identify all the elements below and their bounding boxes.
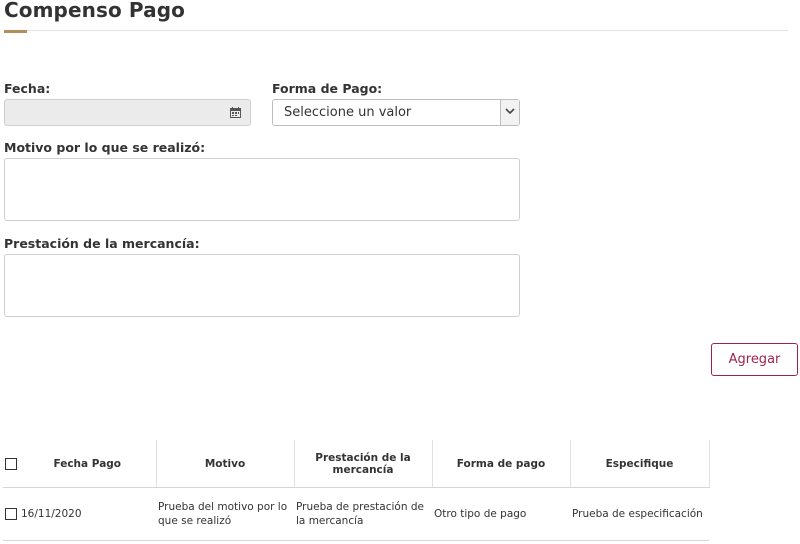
select-all-checkbox[interactable] xyxy=(5,457,17,470)
header-prestacion[interactable]: Prestación de la mercancía xyxy=(294,440,433,488)
cell-fecha-pago: 16/11/2020 xyxy=(19,487,156,541)
forma-pago-selected-value: Seleccione un valor xyxy=(284,105,412,120)
header-motivo[interactable]: Motivo xyxy=(156,440,295,488)
title-divider xyxy=(4,30,788,31)
row-select-cell xyxy=(3,487,19,541)
select-all-cell xyxy=(3,440,19,488)
forma-pago-select[interactable]: Seleccione un valor xyxy=(272,99,520,126)
header-forma-pago[interactable]: Forma de pago xyxy=(432,440,571,488)
select-dropdown-button[interactable] xyxy=(500,100,519,125)
header-fecha-pago[interactable]: Fecha Pago xyxy=(19,440,157,488)
payments-table: Fecha Pago Motivo Prestación de la merca… xyxy=(3,440,710,541)
header-especifique[interactable]: Especifique xyxy=(570,440,710,488)
title-accent-bar xyxy=(4,30,27,33)
cell-forma-pago: Otro tipo de pago xyxy=(432,487,570,541)
cell-motivo: Prueba del motivo por lo que se realizó xyxy=(156,487,294,541)
prestacion-textarea[interactable] xyxy=(4,254,520,317)
cell-prestacion: Prueba de prestación de la mercancía xyxy=(294,487,432,541)
calendar-icon[interactable] xyxy=(230,107,241,118)
page-title: Compenso Pago xyxy=(4,0,185,22)
table-header-row: Fecha Pago Motivo Prestación de la merca… xyxy=(3,440,710,488)
forma-pago-label: Forma de Pago: xyxy=(272,81,383,96)
fecha-input[interactable] xyxy=(4,99,251,126)
motivo-textarea[interactable] xyxy=(4,158,520,221)
row-checkbox[interactable] xyxy=(5,508,17,520)
agregar-button[interactable]: Agregar xyxy=(711,343,798,376)
motivo-label: Motivo por lo que se realizó: xyxy=(4,140,206,155)
chevron-down-icon xyxy=(505,108,515,115)
table-row[interactable]: 16/11/2020 Prueba del motivo por lo que … xyxy=(3,487,709,541)
cell-especifique: Prueba de especificación xyxy=(570,487,709,541)
fecha-label: Fecha: xyxy=(4,81,51,96)
prestacion-label: Prestación de la mercancía: xyxy=(4,236,200,251)
